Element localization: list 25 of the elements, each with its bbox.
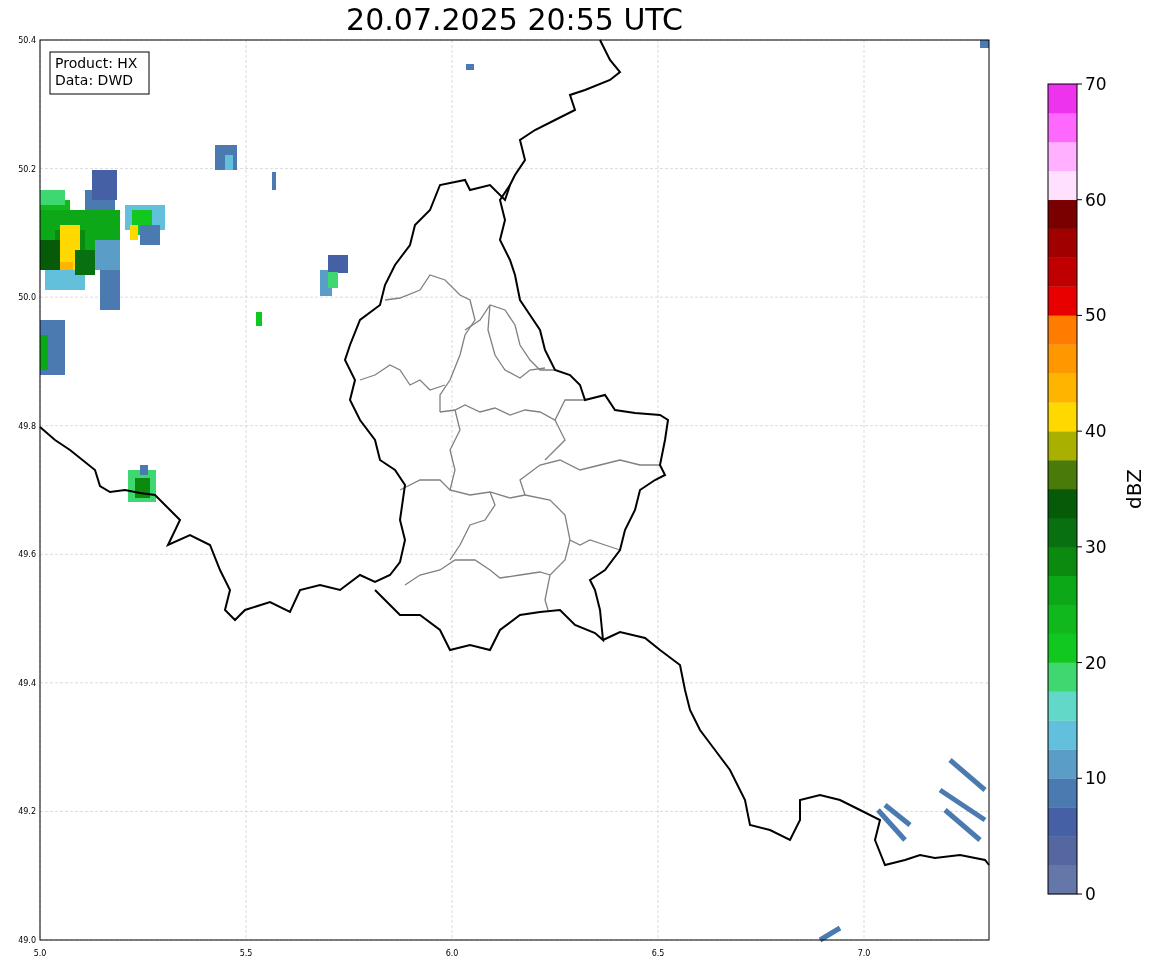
- x-tick-label: 5.5: [239, 949, 253, 958]
- colorbar-tick-label: 50: [1085, 305, 1107, 326]
- legend-text: Product: HX: [55, 55, 138, 71]
- x-tick-label: 6.5: [651, 949, 665, 958]
- chart-title: 20.07.2025 20:55 UTC: [345, 2, 684, 38]
- x-tick-label: 7.0: [857, 949, 871, 958]
- colorbar-tick-label: 70: [1085, 74, 1107, 94]
- y-tick-label: 49.0: [18, 936, 36, 945]
- x-tick-label: 6.0: [445, 949, 459, 958]
- y-tick-label: 50.0: [18, 293, 36, 303]
- legend-text: Data: DWD: [55, 72, 133, 88]
- colorbar-tick-label: 10: [1085, 768, 1107, 789]
- y-tick-label: 49.2: [18, 807, 36, 817]
- colorbar-tick-label: 20: [1085, 652, 1107, 673]
- y-tick-label: 49.4: [18, 678, 36, 688]
- y-tick-label: 50.4: [18, 36, 36, 45]
- colorbar-label: dBZ: [1122, 468, 1146, 510]
- colorbar-tick-label: 0: [1085, 884, 1096, 904]
- colorbar-tick-label: 40: [1085, 421, 1107, 442]
- colorbar-tick-label: 30: [1085, 536, 1107, 557]
- colorbar-tick-label: 60: [1085, 189, 1107, 210]
- y-tick-label: 50.2: [18, 164, 36, 174]
- y-tick-label: 49.8: [18, 421, 36, 431]
- y-tick-label: 49.6: [18, 550, 36, 560]
- x-tick-label: 5.0: [33, 949, 47, 958]
